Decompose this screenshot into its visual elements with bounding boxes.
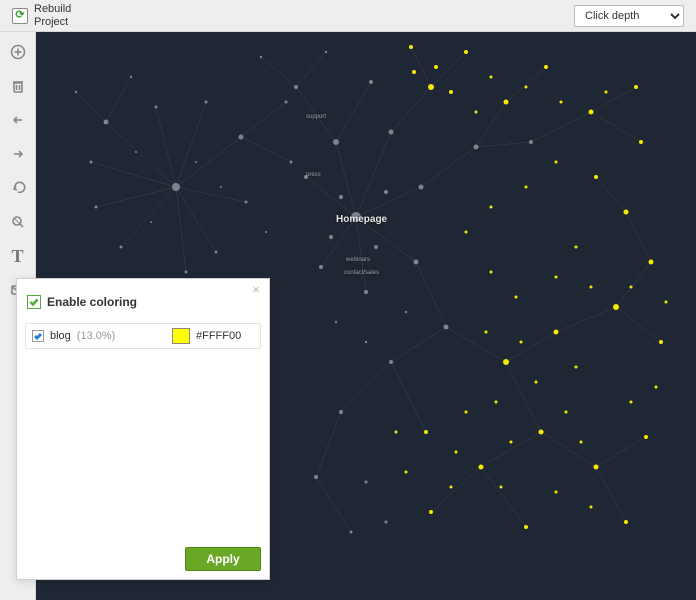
trash-icon[interactable] <box>8 76 28 96</box>
color-rule-row: blog (13.0%) #FFFF00 <box>25 323 261 349</box>
rebuild-project-button[interactable]: ⟳ Rebuild Project <box>12 3 71 27</box>
panel-body: blog (13.0%) #FFFF00 <box>17 315 269 539</box>
arrow-left-icon[interactable] <box>8 110 28 130</box>
undo-icon[interactable] <box>8 178 28 198</box>
click-depth-select[interactable]: Click depth <box>574 5 684 27</box>
apply-button[interactable]: Apply <box>185 547 261 571</box>
text-tool-icon[interactable]: T <box>8 246 28 266</box>
enable-coloring-checkbox[interactable] <box>27 295 41 309</box>
graph-nodes-yellow <box>395 45 668 529</box>
rebuild-icon: ⟳ <box>12 8 28 24</box>
zoom-reset-icon[interactable] <box>8 212 28 232</box>
node-label-small3: webinars <box>346 257 370 263</box>
color-swatch[interactable] <box>172 328 190 344</box>
node-label-homepage: Homepage <box>336 214 387 225</box>
panel-header: Enable coloring <box>17 279 269 315</box>
close-icon[interactable]: × <box>249 283 263 297</box>
rule-percentage: (13.0%) <box>77 330 116 342</box>
coloring-panel: × Enable coloring blog (13.0%) #FFFF00 A… <box>16 278 270 580</box>
panel-footer: Apply <box>17 539 269 579</box>
add-icon[interactable] <box>8 42 28 62</box>
node-label-small2: press <box>306 172 321 178</box>
rebuild-labels: Rebuild Project <box>34 3 71 27</box>
rule-name: blog <box>50 330 71 342</box>
rebuild-label-line1: Rebuild <box>34 3 71 15</box>
color-hex-value[interactable]: #FFFF00 <box>196 330 254 342</box>
arrow-right-icon[interactable] <box>8 144 28 164</box>
rule-checkbox[interactable] <box>32 330 44 342</box>
rebuild-label-line2: Project <box>34 16 71 28</box>
node-label-small4: contact/sales <box>344 270 379 276</box>
enable-coloring-label: Enable coloring <box>47 295 137 309</box>
topbar: ⟳ Rebuild Project Click depth <box>0 0 696 32</box>
node-label-small1: support <box>306 114 326 120</box>
